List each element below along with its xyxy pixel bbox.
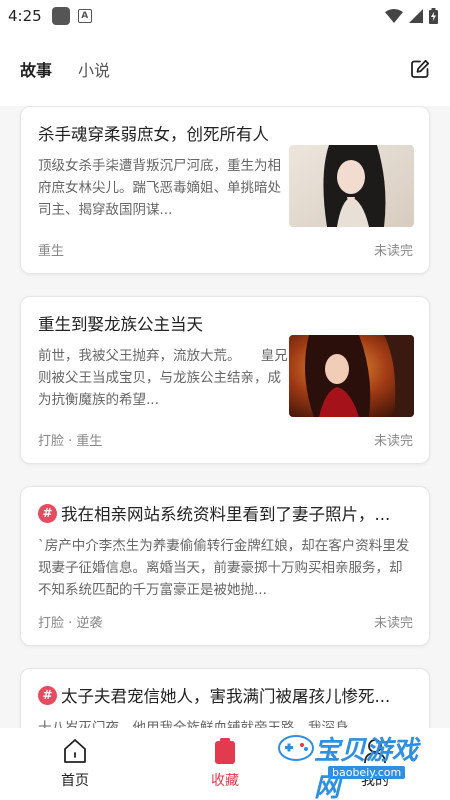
watermark: 宝贝游戏网 baobeiy.com [278,730,428,800]
story-title: 重生到娶龙族公主当天 [38,315,203,334]
story-description: 十八岁灭门夜，他用我全族鲜血铺就帝王路，我深身... [38,720,362,728]
read-status: 未读完 [373,434,413,449]
read-status: 未读完 [373,616,413,631]
app-notification-icon [51,7,70,25]
app-screen: 4:25 A 故事 小说 杀手魂穿柔弱庶女，创死所有人 顶级女杀手柒遭背叛沉尸河… [0,0,450,800]
hashtag-icon: # [38,685,57,705]
gamepad-icon [278,735,314,761]
wifi-icon [385,9,403,23]
signal-icon [409,9,423,23]
story-cover-image [289,335,414,417]
battery-icon [429,8,438,24]
nav-home-label: 首页 [61,773,89,789]
story-tags: 打脸 · 逆袭 [38,616,103,631]
story-description: 前世，我被父王抛弃，流放大荒。 皇兄则被父王当成宝贝，与龙族公主结亲，成为抗衡魔… [38,348,288,408]
watermark-text: 宝贝游戏网 [314,736,419,800]
story-card[interactable]: # 我在相亲网站系统资料里看到了妻子照片，... `房产中介李杰生为养妻偷偷转行… [20,486,430,646]
status-icons [385,8,438,24]
story-card[interactable]: 杀手魂穿柔弱庶女，创死所有人 顶级女杀手柒遭背叛沉尸河底，重生为相府庶女林尖儿。… [20,106,430,274]
watermark-url: baobeiy.com [328,766,406,779]
header: 故事 小说 [0,32,450,106]
nav-home[interactable]: 首页 [0,728,150,800]
story-description: `房产中介李杰生为养妻偷偷转行金牌红娘，却在客户资料里发现妻子征婚信息。离婚当天… [38,538,410,598]
tab-novels[interactable]: 小说 [78,57,110,81]
bookmark-icon [215,738,235,764]
story-title: # 太子夫君宠信她人，害我满门被屠孩儿惨死... [38,683,415,707]
story-title: # 我在相亲网站系统资料里看到了妻子照片，... [38,501,415,525]
story-cover-image [289,145,414,227]
edit-button[interactable] [408,57,432,81]
story-description: 顶级女杀手柒遭背叛沉尸河底，重生为相府庶女林尖儿。踹飞恶毒嫡姐、单挑暗处司主、揭… [38,158,281,218]
story-card[interactable]: # 太子夫君宠信她人，害我满门被屠孩儿惨死... 十八岁灭门夜，他用我全族鲜血铺… [20,668,430,728]
story-tags: 重生 [38,244,65,259]
status-time: 4:25 [8,7,42,25]
home-icon [64,739,86,763]
read-status: 未读完 [373,244,413,259]
a-notification-icon: A [77,9,92,23]
status-bar: 4:25 A [0,0,450,32]
story-tags: 打脸 · 重生 [38,434,103,449]
hashtag-icon: # [38,503,57,523]
edit-icon [411,59,430,78]
story-feed: 杀手魂穿柔弱庶女，创死所有人 顶级女杀手柒遭背叛沉尸河底，重生为相府庶女林尖儿。… [0,106,450,728]
nav-favorites-label: 收藏 [211,773,239,789]
tab-stories[interactable]: 故事 [20,57,52,81]
story-card[interactable]: 重生到娶龙族公主当天 前世，我被父王抛弃，流放大荒。 皇兄则被父王当成宝贝，与龙… [20,296,430,464]
story-title: 杀手魂穿柔弱庶女，创死所有人 [38,125,269,144]
